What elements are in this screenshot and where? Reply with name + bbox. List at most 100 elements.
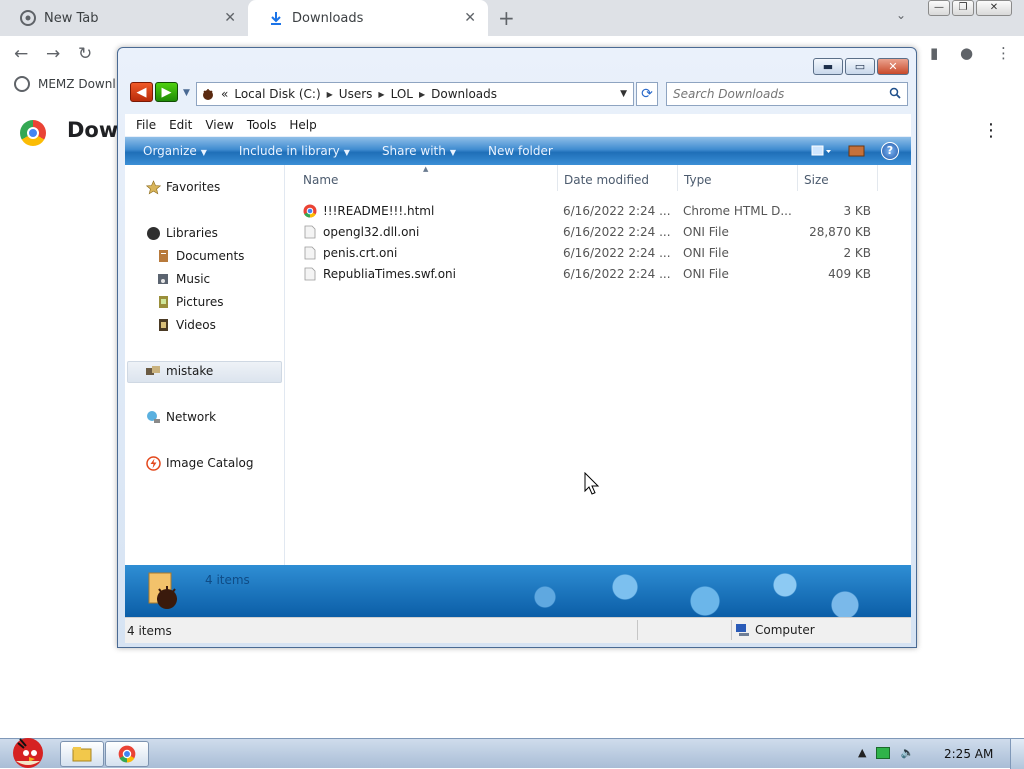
globe-icon <box>14 76 30 92</box>
search-icon[interactable] <box>889 87 901 99</box>
close-button[interactable]: ✕ <box>877 58 909 75</box>
menu-file[interactable]: File <box>136 118 156 132</box>
back-arrow-icon[interactable]: ← <box>14 44 28 64</box>
chevron-down-icon[interactable]: ▼ <box>620 89 627 99</box>
start-button-bird-icon[interactable] <box>4 731 50 769</box>
nav-music[interactable]: Music <box>155 271 210 287</box>
help-icon[interactable]: ? <box>881 142 899 160</box>
include-in-library-button[interactable]: Include in library ▼ <box>239 144 350 158</box>
status-divider <box>637 620 638 640</box>
nav-homegroup[interactable]: mistake <box>145 363 213 379</box>
minimize-button[interactable]: ▬ <box>813 58 843 75</box>
file-row[interactable]: !!!README!!!.html 6/16/2022 2:24 ... Chr… <box>285 201 911 221</box>
new-folder-button[interactable]: New folder <box>488 144 553 158</box>
folder-icon <box>72 747 92 762</box>
close-button[interactable]: ✕ <box>976 0 1012 16</box>
status-bar: 4 items Computer <box>125 617 911 643</box>
preview-pane-icon[interactable] <box>847 144 867 158</box>
close-icon[interactable]: ✕ <box>464 10 476 26</box>
column-date-modified[interactable]: Date modified <box>564 173 649 187</box>
clock[interactable]: 2:25 AM <box>944 747 993 761</box>
status-divider <box>731 620 732 640</box>
file-type: ONI File <box>683 246 729 260</box>
column-divider[interactable] <box>877 165 878 191</box>
folder-virus-icon <box>148 572 177 609</box>
chevron-right-icon[interactable]: ▶ <box>419 90 425 99</box>
breadcrumb-downloads[interactable]: Downloads <box>431 87 497 101</box>
taskbar-chrome[interactable] <box>105 741 149 767</box>
maximize-button[interactable]: ▭ <box>845 58 875 75</box>
back-button[interactable]: ◀ <box>130 82 153 102</box>
column-divider[interactable] <box>557 165 558 191</box>
file-name: penis.crt.oni <box>323 246 398 260</box>
chevron-right-icon[interactable]: ▶ <box>378 90 384 99</box>
nav-image-catalog[interactable]: Image Catalog <box>145 455 253 471</box>
nav-documents[interactable]: Documents <box>155 248 244 264</box>
minimize-button[interactable]: — <box>928 0 950 16</box>
documents-icon <box>155 248 171 264</box>
menu-view[interactable]: View <box>205 118 233 132</box>
file-size: 409 KB <box>828 267 871 281</box>
volume-icon[interactable]: 🔈 <box>900 746 914 759</box>
bookmark-label: MEMZ Downl <box>38 77 116 91</box>
maximize-button[interactable]: ❐ <box>952 0 974 16</box>
chevron-right-icon[interactable]: ▶ <box>327 90 333 99</box>
file-row[interactable]: opengl32.dll.oni 6/16/2022 2:24 ... ONI … <box>285 222 911 242</box>
column-divider[interactable] <box>677 165 678 191</box>
tab-new-tab[interactable]: New Tab ✕ <box>0 0 248 36</box>
column-type[interactable]: Type <box>684 173 712 187</box>
taskbar-explorer[interactable] <box>60 741 104 767</box>
cmd-label: Share with <box>381 144 446 158</box>
breadcrumb-users[interactable]: Users <box>339 87 373 101</box>
nav-pictures[interactable]: Pictures <box>155 294 224 310</box>
tab-downloads[interactable]: Downloads ✕ <box>248 0 488 36</box>
recent-pages-dropdown[interactable]: ▼ <box>183 88 190 98</box>
profile-icon[interactable]: ● <box>960 44 973 62</box>
forward-arrow-icon[interactable]: → <box>46 44 60 64</box>
nav-libraries[interactable]: Libraries <box>145 225 218 241</box>
tray-expand-icon[interactable]: ▲ <box>858 746 866 759</box>
address-bar[interactable]: « Local Disk (C:) ▶ Users ▶ LOL ▶ Downlo… <box>196 82 634 106</box>
nav-videos[interactable]: Videos <box>155 317 216 333</box>
file-size: 28,870 KB <box>809 225 871 239</box>
chevron-down-icon[interactable]: ⌄ <box>896 8 906 22</box>
menu-tools[interactable]: Tools <box>247 118 277 132</box>
bookmark-memz[interactable]: MEMZ Downl <box>14 76 116 92</box>
file-row[interactable]: RepubliaTimes.swf.oni 6/16/2022 2:24 ...… <box>285 264 911 284</box>
chrome-icon <box>20 10 36 26</box>
nav-favorites[interactable]: Favorites <box>145 179 220 195</box>
show-desktop-button[interactable] <box>1010 739 1024 769</box>
lightning-icon <box>145 455 161 471</box>
nav-buttons: ◀ ▶ <box>130 82 180 104</box>
column-name[interactable]: Name <box>303 173 338 187</box>
file-size: 2 KB <box>843 246 871 260</box>
view-options-icon[interactable] <box>811 144 831 158</box>
network-status-icon[interactable] <box>876 746 891 759</box>
more-menu-icon[interactable]: ⋮ <box>982 120 1000 141</box>
nav-network[interactable]: Network <box>145 409 216 425</box>
status-item-count: 4 items <box>127 624 172 638</box>
file-date: 6/16/2022 2:24 ... <box>563 225 671 239</box>
sidepanel-icon[interactable]: ▮ <box>930 44 938 62</box>
navigation-pane: Favorites Libraries Documents Music Pict… <box>125 165 285 565</box>
breadcrumb-lol[interactable]: LOL <box>391 87 413 101</box>
breadcrumb-prefix[interactable]: « <box>221 87 228 101</box>
menu-help[interactable]: Help <box>289 118 316 132</box>
organize-button[interactable]: Organize ▼ <box>143 144 207 158</box>
share-with-button[interactable]: Share with ▼ <box>382 144 456 158</box>
search-input[interactable] <box>671 85 881 103</box>
reload-icon[interactable]: ↻ <box>78 44 92 64</box>
command-bar: Organize ▼ Include in library ▼ Share with… <box>125 137 911 165</box>
menu-edit[interactable]: Edit <box>169 118 192 132</box>
forward-button[interactable]: ▶ <box>155 82 178 102</box>
breadcrumb-local-disk[interactable]: Local Disk (C:) <box>234 87 320 101</box>
more-menu-icon[interactable]: ⋮ <box>996 44 1011 62</box>
search-box[interactable] <box>666 82 908 106</box>
file-row[interactable]: penis.crt.oni 6/16/2022 2:24 ... ONI Fil… <box>285 243 911 263</box>
column-size[interactable]: Size <box>804 173 829 187</box>
chevron-down-icon: ▼ <box>200 148 207 157</box>
new-tab-button[interactable]: + <box>498 6 515 30</box>
refresh-button[interactable]: ⟳ <box>636 82 658 106</box>
close-icon[interactable]: ✕ <box>224 10 236 26</box>
column-divider[interactable] <box>797 165 798 191</box>
